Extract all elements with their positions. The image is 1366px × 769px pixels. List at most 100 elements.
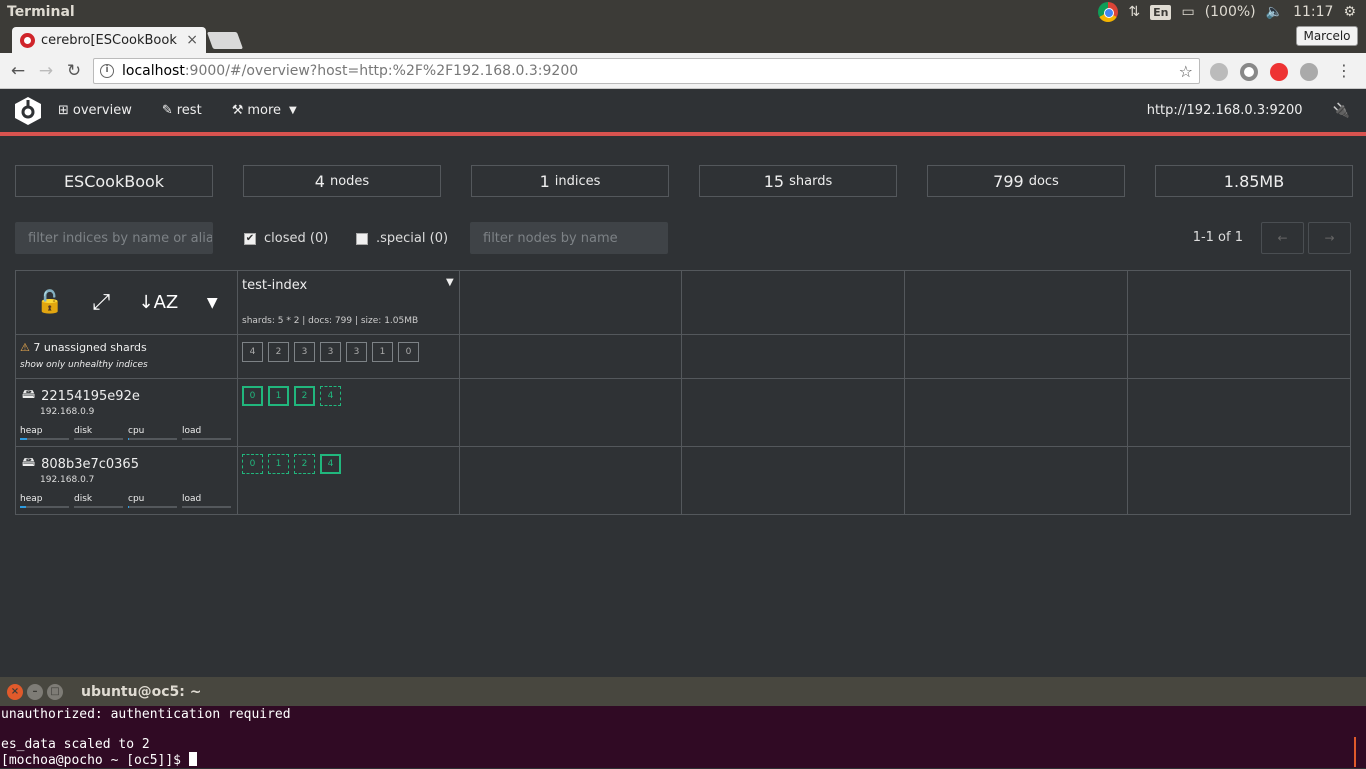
window-maximize-icon[interactable]: □ [47,683,63,700]
shard[interactable]: 1 [268,454,289,474]
node-row-name[interactable]: 🖴 22154195e92e [22,385,140,407]
terminal-window: × – □ ubuntu@oc5: ~ unauthorized: authen… [0,677,1366,768]
reload-icon[interactable]: ↻ [60,61,88,81]
sort-alpha-icon[interactable]: ↓AZ [139,292,179,313]
show-unhealthy-link[interactable]: show only unhealthy indices [20,360,148,370]
grid-divider [16,446,1350,447]
forward-arrow-icon[interactable]: → [32,61,60,81]
metric-label: cpu [128,494,145,504]
node-metrics: heap disk cpu load [20,426,231,440]
index-menu-caret-icon[interactable]: ▼ [446,277,454,288]
nodes-unit: nodes [329,173,370,189]
metric-cpu: cpu [128,426,177,440]
filter-nodes-input[interactable]: filter nodes by name [470,222,668,254]
prev-page-button[interactable]: ← [1261,222,1304,254]
network-arrows-icon[interactable]: ⇅ [1128,4,1140,20]
shard[interactable]: 1 [268,386,289,406]
check-icon[interactable]: ✔ [244,232,256,245]
closed-checkbox[interactable]: ✔ closed (0) [244,231,328,246]
next-page-button[interactable]: → [1308,222,1351,254]
filter-indices-input[interactable]: filter indices by name or aliases [15,222,213,254]
node-row-name[interactable]: 🖴 808b3e7c0365 [22,453,139,475]
unlock-icon[interactable]: 🔓 [36,290,63,315]
app-navbar: ⊞ overview ✎ rest ⚒ more ▼ http://192.16… [0,89,1366,136]
unassigned-shard[interactable]: 3 [320,342,341,362]
special-checkbox[interactable]: .special (0) [356,231,448,246]
hdd-icon: 🖴 [22,387,36,402]
shard[interactable]: 0 [242,386,263,406]
unassigned-shard-list: 4 2 3 3 3 1 0 [242,342,419,362]
extension-bug-icon[interactable] [1210,63,1228,81]
unchecked-box[interactable] [356,232,368,245]
keyboard-language-indicator[interactable]: En [1150,4,1172,20]
tab-close-icon[interactable]: × [186,32,198,48]
bookmark-star-icon[interactable]: ☆ [1179,62,1193,81]
window-close-icon[interactable]: × [7,683,23,700]
metric-disk: disk [74,426,123,440]
nav-more[interactable]: ⚒ more ▼ [232,103,297,118]
url-host: localhost [122,63,185,79]
metric-label: load [182,494,202,504]
indices-count: 1 [539,171,550,191]
disconnect-plug-icon[interactable]: 🔌 [1333,103,1350,119]
special-label: .special (0) [376,231,449,246]
nav-rest[interactable]: ✎ rest [162,103,202,118]
browser-tab-cerebro[interactable]: cerebro[ESCookBook × [12,27,206,53]
nav-overview-label: overview [72,103,132,118]
terminal-scrollbar[interactable] [1354,737,1356,767]
clock[interactable]: 11:17 [1293,4,1333,20]
index-name[interactable]: test-index [242,278,307,293]
unassigned-shard[interactable]: 3 [346,342,367,362]
warning-icon: ⚠ [20,341,30,354]
metric-label: cpu [128,426,145,436]
cerebro-logo-icon[interactable] [14,96,42,126]
browser-menu-icon[interactable]: ⋮ [1336,61,1352,80]
address-bar[interactable]: i localhost:9000/#/overview?host=http:%2… [93,58,1200,84]
unassigned-shard[interactable]: 4 [242,342,263,362]
expand-icon[interactable]: ⤢ [92,290,110,315]
nodes-count: 4 [314,171,325,191]
extension-red-icon[interactable] [1270,63,1288,81]
size-stat: 1.85MB [1155,165,1353,197]
shard[interactable]: 2 [294,386,315,406]
index-meta: shards: 5 * 2 | docs: 799 | size: 1.05MB [242,316,419,326]
metric-load: load [182,494,231,508]
shards-unit: shards [789,173,833,189]
shard[interactable]: 2 [294,454,315,474]
site-info-icon[interactable]: i [100,64,114,78]
node-name: 808b3e7c0365 [41,456,139,472]
unassigned-shard[interactable]: 3 [294,342,315,362]
new-tab-button[interactable] [206,32,244,49]
battery-percent[interactable]: (100%) [1205,4,1256,20]
shard[interactable]: 0 [242,454,263,474]
overview-grid: 🔓 ⤢ ↓AZ ▼ test-index ▼ shards: 5 * 2 | d… [15,270,1351,515]
shard[interactable]: 4 [320,386,341,406]
chrome-indicator-icon[interactable] [1098,2,1119,22]
unassigned-shard[interactable]: 2 [268,342,289,362]
node-shard-list: 0 1 2 4 [242,386,341,406]
nav-overview[interactable]: ⊞ overview [58,103,132,118]
terminal-output[interactable]: unauthorized: authentication required es_… [0,706,1366,769]
battery-icon[interactable]: ▭ [1181,4,1194,20]
window-minimize-icon[interactable]: – [27,683,43,700]
back-arrow-icon[interactable]: ← [4,61,32,81]
metric-fill [128,438,130,440]
tab-title: cerebro[ESCookBook [41,32,177,48]
grid-divider [681,271,682,514]
profile-button[interactable]: Marcelo [1296,26,1358,46]
metric-label: disk [74,426,93,436]
extension-grey-icon[interactable] [1300,63,1318,81]
system-gear-icon[interactable]: ⚙ [1343,4,1356,20]
terminal-prompt-line: [mochoa@pocho ~ [oc5]]$ [1,752,1365,768]
shard[interactable]: 4 [320,454,341,474]
docs-stat: 799 docs [927,165,1125,197]
metric-label: heap [20,494,43,504]
volume-icon[interactable]: 🔈 [1266,4,1283,20]
unassigned-shard[interactable]: 1 [372,342,393,362]
node-metrics: heap disk cpu load [20,494,231,508]
terminal-title: ubuntu@oc5: ~ [81,683,202,700]
unassigned-shard[interactable]: 0 [398,342,419,362]
caret-down-icon[interactable]: ▼ [207,295,218,311]
grid-divider [904,271,905,514]
extension-circle-icon[interactable] [1240,63,1258,81]
